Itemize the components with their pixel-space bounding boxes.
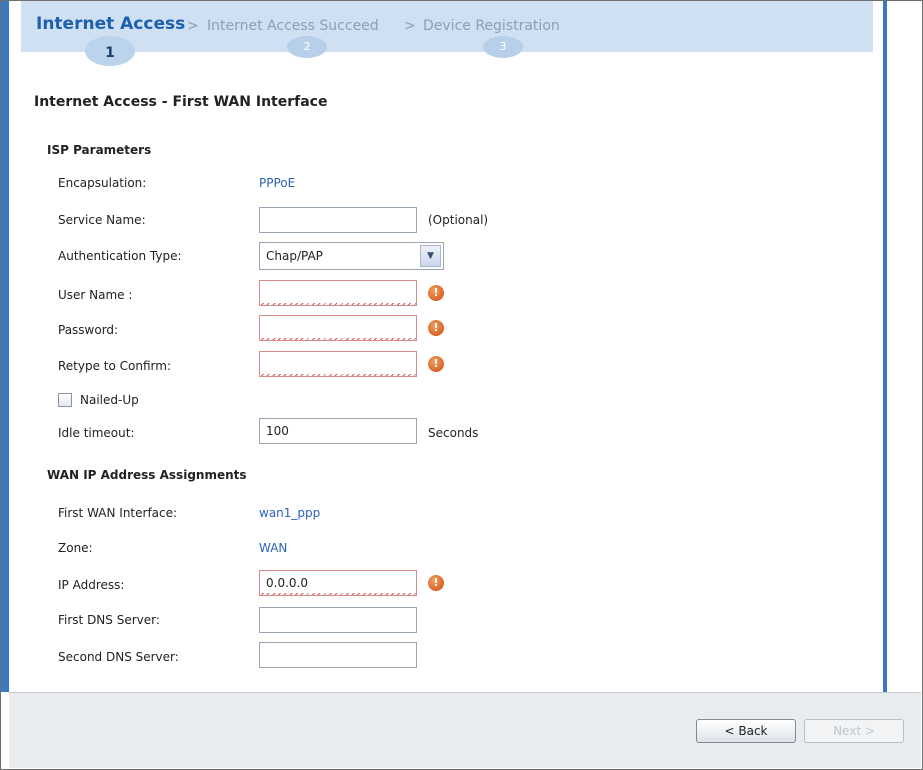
back-button[interactable]: < Back xyxy=(696,719,796,743)
idle-timeout-label: Idle timeout: xyxy=(58,426,135,440)
first-wan-interface-value: wan1_ppp xyxy=(259,506,321,520)
encapsulation-label: Encapsulation: xyxy=(58,176,147,190)
service-name-input[interactable] xyxy=(259,207,417,233)
wizard-window: Internet Access > Internet Access Succee… xyxy=(0,0,923,770)
step-number-1: 1 xyxy=(85,36,135,66)
user-name-input[interactable] xyxy=(259,280,417,306)
ip-address-input[interactable] xyxy=(259,570,417,596)
error-icon: ! xyxy=(428,285,444,301)
retype-confirm-label: Retype to Confirm: xyxy=(58,359,172,373)
second-dns-server-label: Second DNS Server: xyxy=(58,650,179,664)
authentication-type-label: Authentication Type: xyxy=(58,249,182,263)
step-separator: > xyxy=(404,18,416,34)
step-internet-access-succeed: Internet Access Succeed xyxy=(207,18,379,34)
ip-address-label: IP Address: xyxy=(58,578,125,592)
idle-timeout-unit: Seconds xyxy=(428,426,479,440)
error-icon: ! xyxy=(428,320,444,336)
next-button[interactable]: Next > xyxy=(804,719,904,743)
right-border xyxy=(883,0,887,692)
step-number-2: 2 xyxy=(287,36,327,58)
zone-value: WAN xyxy=(259,541,288,555)
wizard-steps: Internet Access > Internet Access Succee… xyxy=(21,0,873,66)
service-name-optional-note: (Optional) xyxy=(428,213,489,227)
password-input[interactable] xyxy=(259,315,417,341)
first-wan-interface-label: First WAN Interface: xyxy=(58,506,178,520)
authentication-type-value: Chap/PAP xyxy=(266,249,323,263)
nailed-up-checkbox[interactable] xyxy=(58,393,72,407)
isp-parameters-title: ISP Parameters xyxy=(47,143,152,157)
step-separator: > xyxy=(187,18,199,34)
first-dns-server-input[interactable] xyxy=(259,607,417,633)
step-internet-access: Internet Access xyxy=(36,14,186,34)
error-icon: ! xyxy=(428,575,444,591)
retype-confirm-input[interactable] xyxy=(259,351,417,377)
chevron-down-icon[interactable]: ▼ xyxy=(420,245,441,267)
page-title: Internet Access - First WAN Interface xyxy=(34,94,328,110)
authentication-type-select[interactable]: Chap/PAP ▼ xyxy=(259,242,444,270)
idle-timeout-input[interactable] xyxy=(259,418,417,444)
service-name-label: Service Name: xyxy=(58,213,146,227)
wan-ip-assignments-title: WAN IP Address Assignments xyxy=(47,468,247,482)
error-icon: ! xyxy=(428,356,444,372)
password-label: Password: xyxy=(58,323,119,337)
wizard-content: Internet Access > Internet Access Succee… xyxy=(9,0,883,692)
user-name-label: User Name : xyxy=(58,288,133,302)
first-dns-server-label: First DNS Server: xyxy=(58,613,160,627)
step-number-3: 3 xyxy=(483,36,523,58)
second-dns-server-input[interactable] xyxy=(259,642,417,668)
encapsulation-value: PPPoE xyxy=(259,176,296,190)
left-stripe xyxy=(0,0,9,692)
wizard-footer: < Back Next > xyxy=(9,692,921,768)
step-device-registration: Device Registration xyxy=(423,18,560,34)
zone-label: Zone: xyxy=(58,541,93,555)
nailed-up-label: Nailed-Up xyxy=(80,393,139,407)
